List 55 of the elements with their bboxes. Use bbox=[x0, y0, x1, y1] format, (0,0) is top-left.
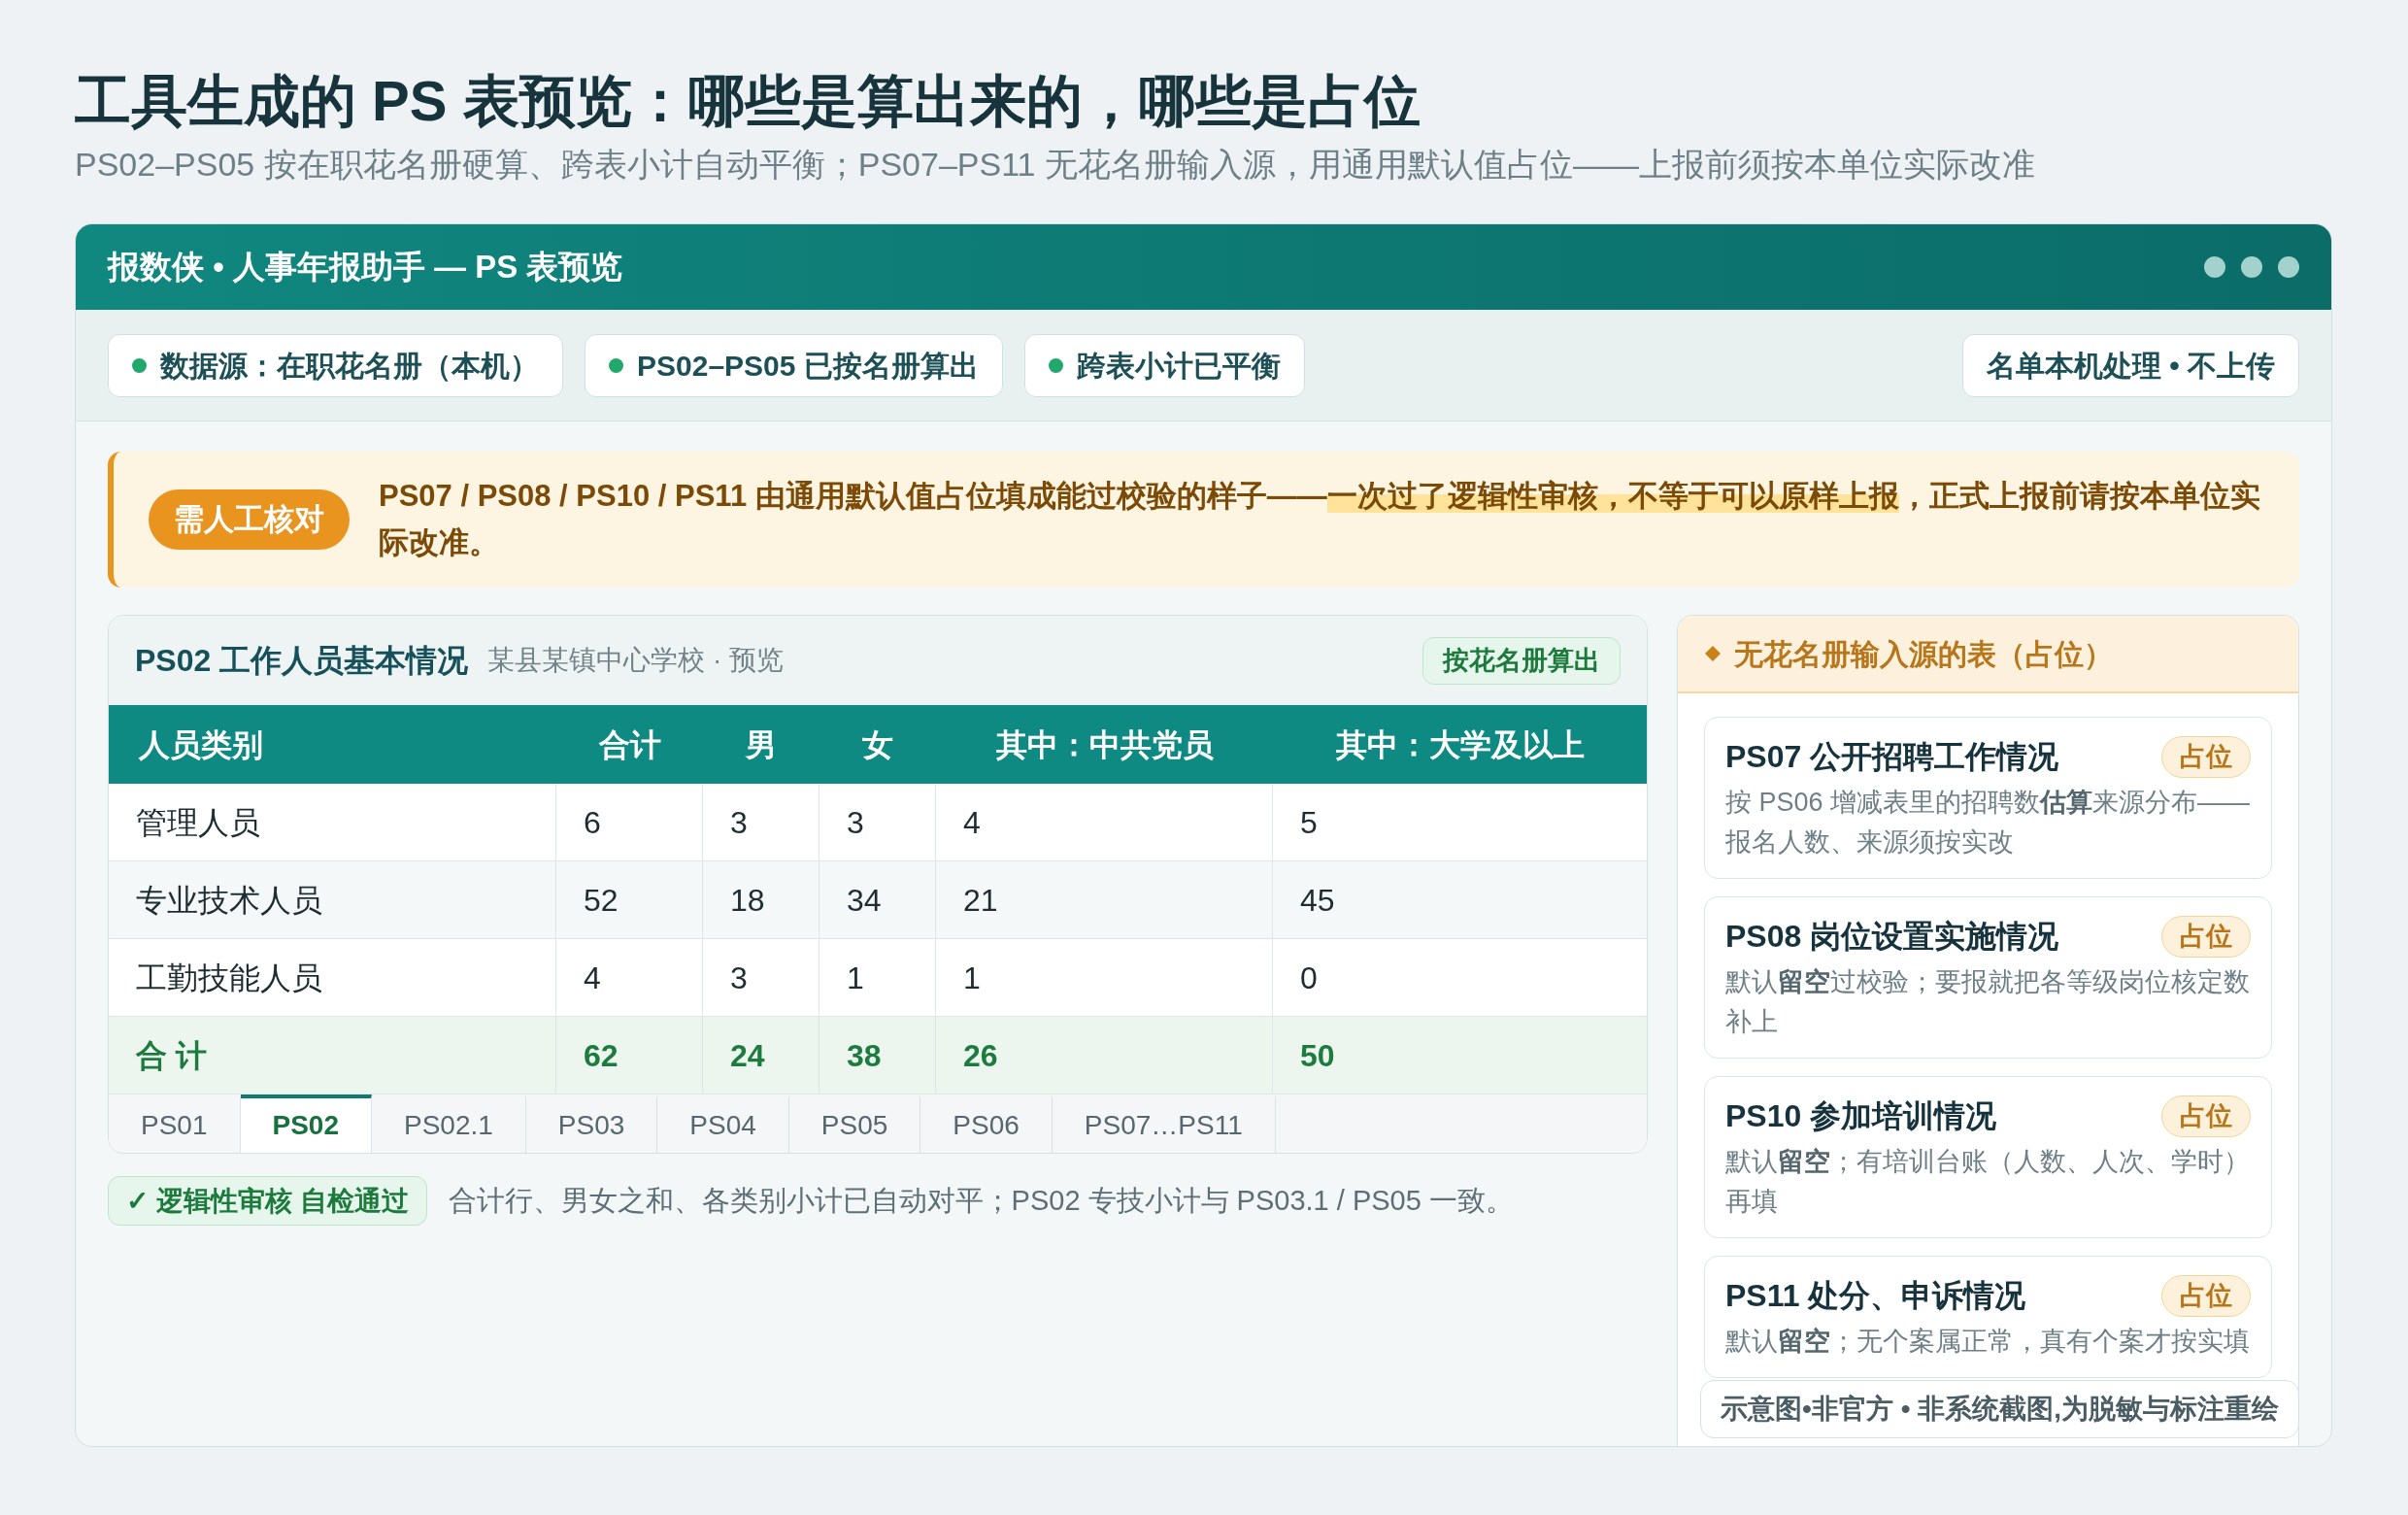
warning-text: PS07 / PS08 / PS10 / PS11 由通用默认值占位填成能过校验的样子——一次过了逻辑性审核，不等于可以原样上报，正式上报前请按本单位实际改准。 bbox=[379, 478, 2261, 561]
chip-label: 名单本机处理 • 不上传 bbox=[1986, 348, 2275, 384]
table-cell: 18 bbox=[703, 861, 819, 939]
column-header: 人员类别 bbox=[109, 705, 556, 784]
sheet-tab[interactable]: PS02.1 bbox=[372, 1094, 526, 1153]
page-subtitle: PS02–PS05 按在职花名册硬算、跨表小计自动平衡；PS07–PS11 无花名册输入源，用通用默认值占位——上报前须按本单位实际改准 bbox=[75, 145, 2035, 185]
table-cell: 52 bbox=[556, 861, 703, 939]
total-cell: 24 bbox=[703, 1017, 819, 1094]
review-badge: 需人工核对 bbox=[149, 489, 350, 550]
chip-label: 数据源：在职花名册（本机） bbox=[160, 348, 539, 384]
sheet-tab[interactable]: PS01 bbox=[109, 1094, 241, 1153]
total-cell: 38 bbox=[819, 1017, 936, 1094]
table-cell: 21 bbox=[936, 861, 1273, 939]
card-description: 默认留空过校验；要报就把各等级岗位核定数补上 bbox=[1725, 966, 2251, 1038]
check-badge: ✓ 逻辑性审核 自检通过 bbox=[108, 1176, 427, 1226]
page-title: 工具生成的 PS 表预览：哪些是算出来的，哪些是占位 bbox=[75, 68, 1421, 134]
diamond-icon bbox=[1705, 646, 1721, 661]
source-badge: 按花名册算出 bbox=[1422, 636, 1621, 685]
chip-label: 跨表小计已平衡 bbox=[1076, 348, 1281, 384]
sheet-tab[interactable]: PS05 bbox=[788, 1094, 921, 1153]
card-title: PS08 岗位设置实施情况 bbox=[1725, 918, 2059, 956]
card-description: 按 PS06 增减表里的招聘数估算来源分布——报名人数、来源须按实改 bbox=[1725, 787, 2251, 858]
total-cell: 合 计 bbox=[109, 1017, 556, 1094]
disclaimer-label: 示意图•非官方 • 非系统截图,为脱敏与标注重绘 bbox=[1700, 1380, 2299, 1438]
total-cell: 50 bbox=[1273, 1017, 1647, 1094]
panel-title: 无花名册输入源的表（占位） bbox=[1734, 636, 2113, 672]
table-title: PS02 工作人员基本情况 bbox=[135, 642, 469, 680]
table-cell: 34 bbox=[819, 861, 936, 939]
column-header: 合计 bbox=[556, 705, 703, 784]
table-cell: 45 bbox=[1273, 861, 1647, 939]
table-subtitle: 某县某镇中心学校 · 预览 bbox=[487, 644, 785, 677]
table-cell: 专业技术人员 bbox=[109, 861, 556, 939]
total-cell: 62 bbox=[556, 1017, 703, 1094]
column-header: 其中：大学及以上 bbox=[1273, 705, 1647, 784]
column-header: 女 bbox=[819, 705, 936, 784]
column-header: 男 bbox=[703, 705, 819, 784]
card-title: PS11 处分、申诉情况 bbox=[1725, 1277, 2026, 1315]
window-title: 报数侠 • 人事年报助手 — PS 表预览 bbox=[108, 248, 623, 287]
placeholder-tag: 占位 bbox=[2161, 1275, 2251, 1317]
total-cell: 26 bbox=[936, 1017, 1273, 1094]
card-description: 默认留空；有培训台账（人数、人次、学时）再填 bbox=[1725, 1146, 2251, 1218]
sheet-tab[interactable]: PS07…PS11 bbox=[1052, 1094, 1276, 1153]
sheet-tab[interactable]: PS03 bbox=[525, 1094, 658, 1153]
sheet-tab[interactable]: PS02 bbox=[240, 1094, 372, 1153]
chip-label: PS02–PS05 已按名册算出 bbox=[637, 348, 979, 384]
placeholder-tag: 占位 bbox=[2161, 1095, 2251, 1137]
check-note: 合计行、男女之和、各类别小计已自动对平；PS02 专技小计与 PS03.1 / PS05 一致。 bbox=[448, 1183, 1514, 1218]
card-title: PS10 参加培训情况 bbox=[1725, 1097, 1997, 1135]
column-header: 其中：中共党员 bbox=[936, 705, 1273, 784]
placeholder-tag: 占位 bbox=[2161, 736, 2251, 778]
card-description: 默认留空；无个案属正常，真有个案才按实填 bbox=[1725, 1326, 2251, 1358]
placeholder-tag: 占位 bbox=[2161, 916, 2251, 958]
sheet-tab[interactable]: PS04 bbox=[657, 1094, 789, 1153]
sheet-tab[interactable]: PS06 bbox=[920, 1094, 1053, 1153]
card-title: PS07 公开招聘工作情况 bbox=[1725, 738, 2059, 776]
